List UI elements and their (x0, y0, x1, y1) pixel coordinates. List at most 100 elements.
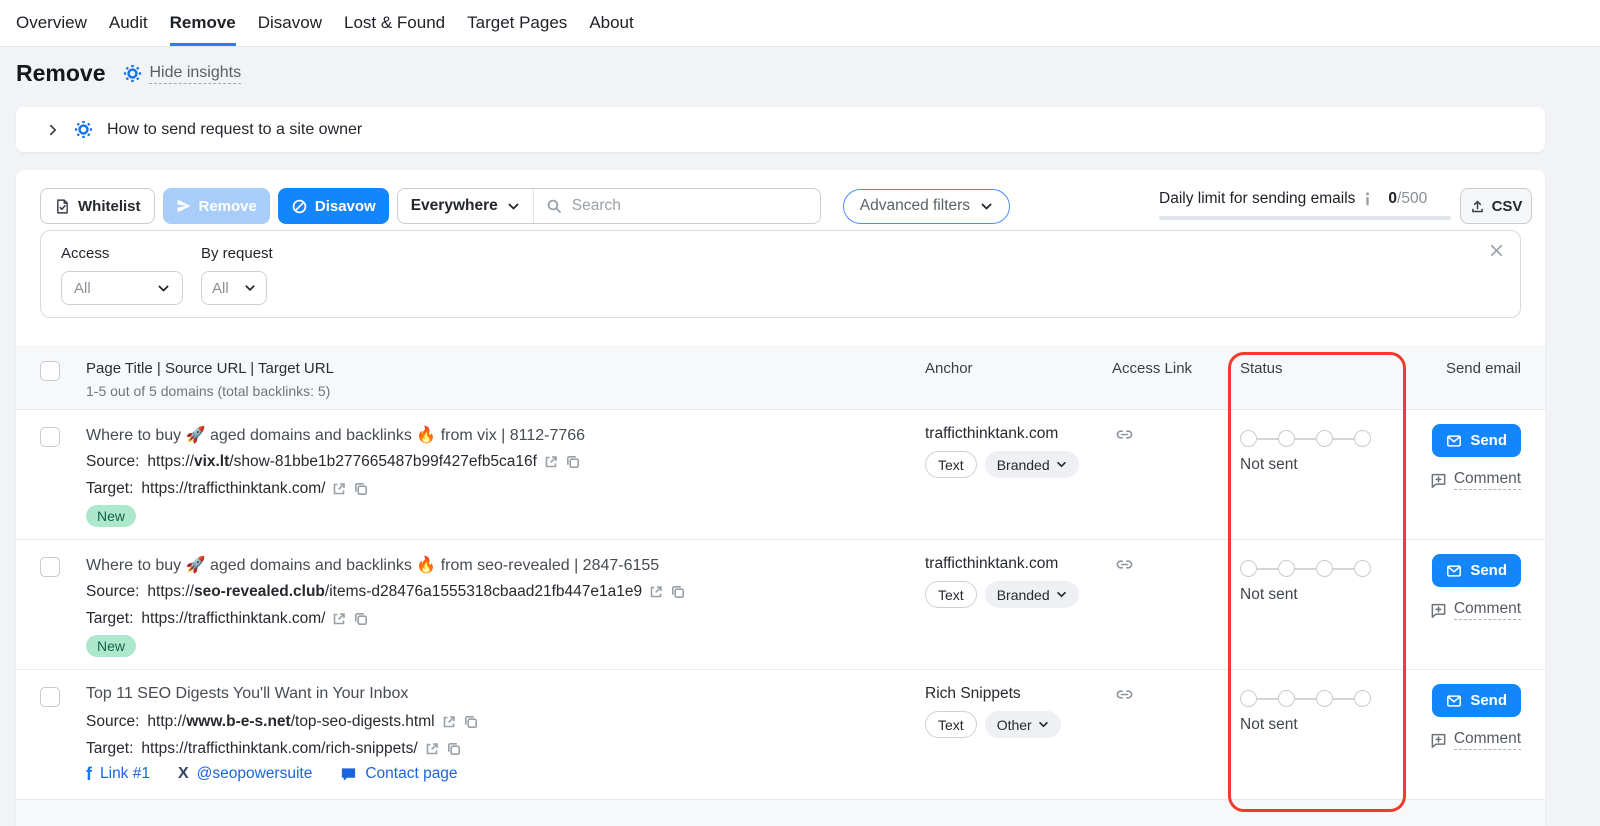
facebook-link[interactable]: f Link #1 (86, 765, 150, 783)
chevron-down-icon (1056, 589, 1067, 600)
hide-insights-toggle[interactable]: Hide insights (123, 64, 241, 84)
copy-icon[interactable] (353, 481, 369, 497)
scope-value: Everywhere (411, 197, 498, 215)
whitelist-label: Whitelist (78, 198, 141, 215)
anchor-type-tag: Text (925, 711, 977, 738)
whitelist-button[interactable]: Whitelist (40, 188, 155, 224)
advanced-filters-panel: Access All By request All (40, 230, 1521, 318)
help-banner[interactable]: How to send request to a site owner (16, 107, 1545, 152)
remove-button[interactable]: Remove (163, 188, 270, 224)
target-url-link[interactable]: https://trafficthinktank.com/ (141, 480, 325, 498)
comment-label: Comment (1454, 730, 1521, 750)
external-link-icon[interactable] (543, 454, 559, 470)
tab-lost-and-found[interactable]: Lost & Found (344, 0, 445, 46)
anchor-category-dropdown[interactable]: Branded (985, 451, 1079, 478)
tab-about[interactable]: About (589, 0, 633, 46)
row-checkbox[interactable] (40, 557, 60, 577)
tab-target-pages[interactable]: Target Pages (467, 0, 567, 46)
target-label: Target: (86, 610, 133, 628)
x-profile-link[interactable]: X @seopowersuite (178, 765, 312, 783)
send-button[interactable]: Send (1432, 684, 1521, 717)
envelope-icon (1446, 693, 1462, 709)
anchor-category-dropdown[interactable]: Other (985, 711, 1061, 738)
row-checkbox[interactable] (40, 687, 60, 707)
csv-label: CSV (1492, 198, 1523, 215)
close-icon[interactable] (1489, 243, 1504, 258)
copy-icon[interactable] (446, 741, 462, 757)
column-header-access-link[interactable]: Access Link (1112, 360, 1192, 377)
external-link-icon[interactable] (441, 714, 457, 730)
search-input[interactable] (570, 196, 808, 216)
access-filter-value: All (74, 280, 91, 297)
source-url-link[interactable]: https://seo-revealed.club/items-d28476a1… (147, 583, 642, 601)
external-link-icon[interactable] (331, 481, 347, 497)
source-url-link[interactable]: https://vix.lt/show-81bbe1b277665487b99f… (147, 453, 537, 471)
comment-label: Comment (1454, 600, 1521, 620)
search-icon (546, 198, 562, 214)
advanced-filters-button[interactable]: Advanced filters (843, 189, 1010, 224)
comment-button[interactable]: Comment (1430, 730, 1521, 750)
by-request-filter-label: By request (201, 245, 273, 262)
info-icon[interactable] (1364, 192, 1371, 206)
comment-button[interactable]: Comment (1430, 470, 1521, 490)
contact-page-link[interactable]: Contact page (340, 765, 457, 783)
copy-icon[interactable] (670, 584, 686, 600)
disavow-button[interactable]: Disavow (278, 188, 389, 224)
disavow-label: Disavow (315, 198, 376, 215)
by-request-filter-value: All (212, 280, 229, 297)
anchor-type-tag: Text (925, 581, 977, 608)
target-url-line: Target: https://trafficthinktank.com/ric… (86, 740, 462, 758)
select-all-checkbox[interactable] (40, 361, 60, 381)
external-link-icon[interactable] (331, 611, 347, 627)
tab-remove[interactable]: Remove (170, 0, 236, 46)
copy-icon[interactable] (463, 714, 479, 730)
hide-insights-label: Hide insights (149, 64, 241, 84)
daily-limit-progress (1159, 216, 1451, 220)
chevron-right-icon[interactable] (46, 123, 60, 137)
by-request-filter-select[interactable]: All (201, 271, 267, 305)
column-header-anchor[interactable]: Anchor (925, 360, 973, 377)
tab-audit[interactable]: Audit (109, 0, 148, 46)
source-url-link[interactable]: http://www.b-e-s.net/top-seo-digests.htm… (147, 713, 434, 731)
copy-icon[interactable] (353, 611, 369, 627)
target-url-link[interactable]: https://trafficthinktank.com/ (141, 610, 325, 628)
copy-icon[interactable] (565, 454, 581, 470)
access-link-icon[interactable] (1115, 555, 1134, 574)
row-checkbox[interactable] (40, 427, 60, 447)
backlink-title: Where to buy 🚀 aged domains and backlink… (86, 425, 585, 445)
anchor-tags: Text Branded (925, 451, 1079, 478)
target-url-line: Target: https://trafficthinktank.com/ (86, 610, 369, 628)
daily-limit: Daily limit for sending emails 0/500 (1159, 190, 1451, 220)
tab-disavow[interactable]: Disavow (258, 0, 322, 46)
column-header-main[interactable]: Page Title | Source URL | Target URL (86, 360, 334, 377)
access-link-icon[interactable] (1115, 685, 1134, 704)
help-banner-title: How to send request to a site owner (107, 121, 362, 139)
upload-icon (1470, 199, 1485, 214)
send-label: Send (1470, 562, 1507, 579)
main-panel: Whitelist Remove Disavow Everywhere (16, 170, 1545, 826)
comment-button[interactable]: Comment (1430, 600, 1521, 620)
external-link-icon[interactable] (424, 741, 440, 757)
scope-search-group: Everywhere (397, 188, 821, 224)
target-label: Target: (86, 480, 133, 498)
scope-select[interactable]: Everywhere (398, 189, 534, 223)
chevron-down-icon (1056, 459, 1067, 470)
send-button[interactable]: Send (1432, 554, 1521, 587)
tab-overview[interactable]: Overview (16, 0, 87, 46)
target-url-link[interactable]: https://trafficthinktank.com/rich-snippe… (141, 740, 417, 758)
csv-export-button[interactable]: CSV (1460, 188, 1532, 224)
anchor-category-dropdown[interactable]: Branded (985, 581, 1079, 608)
external-link-icon[interactable] (648, 584, 664, 600)
send-label: Send (1470, 692, 1507, 709)
chevron-down-icon (1038, 719, 1049, 730)
top-nav: Overview Audit Remove Disavow Lost & Fou… (0, 0, 1600, 47)
chevron-down-icon (244, 282, 256, 294)
column-header-status[interactable]: Status (1240, 360, 1283, 377)
access-link-icon[interactable] (1115, 425, 1134, 444)
new-badge: New (86, 635, 136, 657)
table-row: Where to buy 🚀 aged domains and backlink… (16, 540, 1545, 670)
send-button[interactable]: Send (1432, 424, 1521, 457)
access-filter-select[interactable]: All (61, 271, 183, 305)
column-header-send-email[interactable]: Send email (1446, 360, 1521, 377)
access-filter-label: Access (61, 245, 109, 262)
